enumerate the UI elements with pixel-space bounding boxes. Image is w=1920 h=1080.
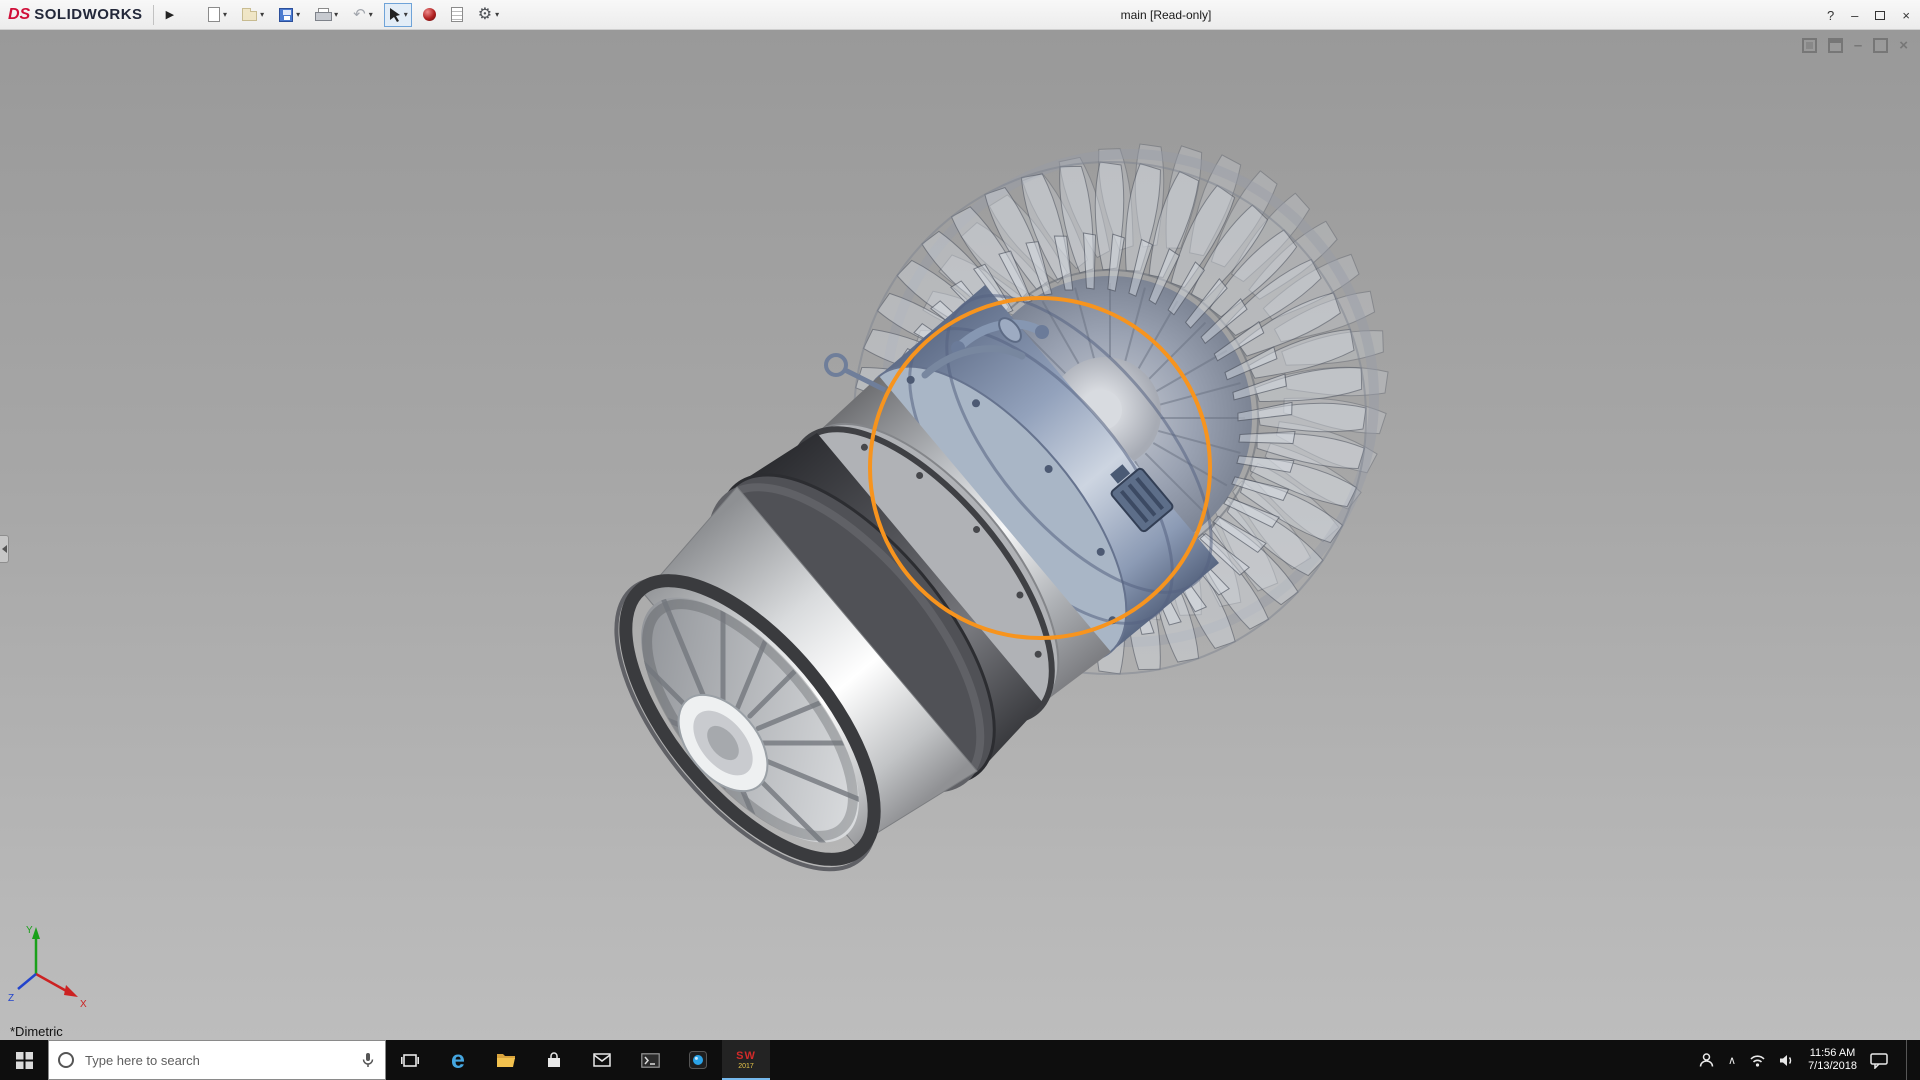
document-window-controls: – × [1802, 38, 1908, 53]
wifi-icon[interactable] [1749, 1053, 1766, 1067]
clock-date: 7/13/2018 [1808, 1060, 1857, 1073]
engine-model [553, 144, 1388, 913]
solidworks-wordmark: SOLIDWORKS [34, 6, 142, 23]
mail-envelope-icon [593, 1053, 611, 1067]
gear-icon: ⚙ [478, 7, 492, 23]
separator [153, 5, 154, 25]
taskbar-app-viewer[interactable] [674, 1040, 722, 1080]
taskbar-app-mail[interactable] [578, 1040, 626, 1080]
quick-access-toolbar: ▾ ▾ ▾ ▾ ↶ ▾ ▾ [204, 3, 503, 27]
hidden-icons-chevron[interactable]: ∧ [1728, 1054, 1736, 1067]
print-icon [315, 8, 331, 22]
solidworks-2017-icon: SW 2017 [736, 1051, 756, 1070]
restore-button[interactable] [1875, 11, 1885, 20]
select-tool-button[interactable]: ▾ [384, 3, 412, 27]
doc-minimize-icon[interactable]: – [1854, 38, 1862, 53]
speaker-icon[interactable] [1779, 1053, 1795, 1068]
titlebar: DS SOLIDWORKS ▶ ▾ ▾ ▾ ▾ ↶ ▾ [0, 0, 1920, 30]
cortana-icon[interactable] [58, 1052, 74, 1068]
console-icon [641, 1053, 660, 1068]
select-cursor-icon [388, 7, 401, 23]
taskbar-search-box[interactable] [48, 1040, 386, 1080]
new-document-icon [208, 7, 220, 22]
windows-taskbar: e [0, 1040, 1920, 1080]
options-button[interactable]: ⚙ ▾ [474, 3, 503, 27]
search-input[interactable] [83, 1052, 351, 1069]
new-document-button[interactable]: ▾ [204, 3, 231, 27]
view-orientation-label: *Dimetric [10, 1024, 63, 1039]
system-tray: ∧ 11:56 AM 7/13/2018 [1698, 1040, 1920, 1080]
svg-text:X: X [80, 999, 87, 1010]
task-view-icon [401, 1053, 419, 1068]
appearance-sphere-icon [423, 8, 436, 21]
minimize-button[interactable]: – [1851, 8, 1858, 23]
windows-logo-icon [16, 1052, 33, 1069]
solidworks-window: DS SOLIDWORKS ▶ ▾ ▾ ▾ ▾ ↶ ▾ [0, 0, 1920, 1080]
store-bag-icon [545, 1052, 563, 1069]
document-title: main [Read-only] [1121, 0, 1212, 30]
action-center-icon[interactable] [1870, 1052, 1889, 1069]
taskbar-app-store[interactable] [530, 1040, 578, 1080]
people-icon[interactable] [1698, 1052, 1715, 1068]
menu-expand-button[interactable]: ▶ [162, 6, 178, 23]
chevron-down-icon[interactable]: ▾ [369, 10, 373, 19]
show-desktop-button[interactable] [1906, 1040, 1912, 1080]
taskbar-clock[interactable]: 11:56 AM 7/13/2018 [1808, 1047, 1857, 1073]
appearance-button[interactable] [419, 3, 440, 27]
chevron-down-icon[interactable]: ▾ [296, 10, 300, 19]
print-button[interactable]: ▾ [311, 3, 342, 27]
close-button[interactable]: × [1902, 8, 1910, 23]
viewport-split-icon[interactable] [1828, 38, 1843, 53]
taskbar-app-file-explorer[interactable] [482, 1040, 530, 1080]
drawing-sheet-icon [451, 7, 463, 22]
edge-icon: e [451, 1048, 465, 1073]
undo-button[interactable]: ↶ ▾ [349, 3, 377, 27]
viewport-pane-icon[interactable] [1802, 38, 1817, 53]
open-button[interactable]: ▾ [238, 3, 268, 27]
window-controls: ? – × [1827, 0, 1910, 30]
orientation-triad: Y X Z [6, 919, 106, 1014]
taskbar-app-edge[interactable]: e [434, 1040, 482, 1080]
ds-logo: DS [8, 6, 30, 24]
file-explorer-icon [496, 1052, 516, 1068]
svg-text:Y: Y [26, 925, 33, 936]
svg-text:Z: Z [8, 993, 14, 1004]
save-button[interactable]: ▾ [275, 3, 304, 27]
x-axis-arrow [64, 985, 78, 997]
help-icon[interactable]: ? [1827, 8, 1834, 23]
taskbar-app-solidworks-2017[interactable]: SW 2017 [722, 1040, 770, 1080]
doc-close-icon[interactable]: × [1899, 38, 1908, 53]
chevron-down-icon[interactable]: ▾ [334, 10, 338, 19]
drawing-sheet-button[interactable] [447, 3, 467, 27]
y-axis-arrow [32, 927, 40, 939]
taskbar-app-console[interactable] [626, 1040, 674, 1080]
solidworks-logo: DS SOLIDWORKS [8, 6, 143, 24]
save-icon [279, 8, 293, 22]
task-view-button[interactable] [386, 1040, 434, 1080]
clock-time: 11:56 AM [1808, 1047, 1857, 1060]
graphics-area[interactable]: – × Y X Z *Dimetric [0, 30, 1920, 1040]
featuremanager-collapse-tab[interactable] [0, 535, 9, 563]
engine-model-3d-view[interactable] [0, 30, 1920, 1040]
chevron-left-icon [2, 545, 7, 553]
chevron-down-icon[interactable]: ▾ [495, 10, 499, 19]
doc-restore-icon[interactable] [1873, 38, 1888, 53]
chevron-down-icon[interactable]: ▾ [404, 10, 408, 19]
chevron-down-icon[interactable]: ▾ [223, 10, 227, 19]
open-folder-icon [242, 11, 257, 21]
blue-logo-app-icon [689, 1051, 707, 1069]
chevron-down-icon[interactable]: ▾ [260, 10, 264, 19]
microphone-icon[interactable] [360, 1052, 376, 1068]
start-button[interactable] [0, 1040, 48, 1080]
undo-icon: ↶ [353, 7, 366, 22]
